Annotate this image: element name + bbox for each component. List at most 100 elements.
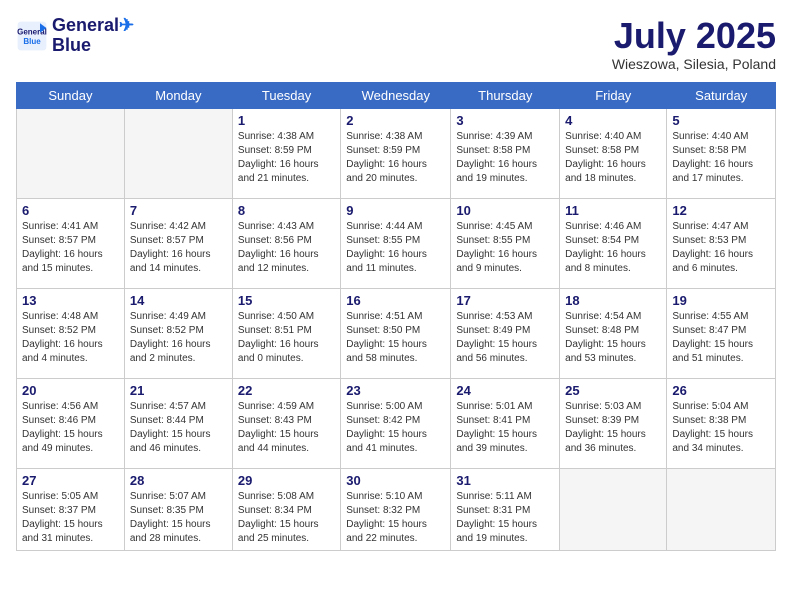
day-number: 2 [346,113,445,128]
calendar-day-cell: 28 Sunrise: 5:07 AM Sunset: 8:35 PM Dayli… [124,468,232,550]
day-number: 16 [346,293,445,308]
day-info: Sunrise: 4:44 AM Sunset: 8:55 PM Dayligh… [346,220,445,276]
calendar-day-cell: 9 Sunrise: 4:44 AM Sunset: 8:55 PM Daylig… [341,198,451,288]
calendar-day-cell: 4 Sunrise: 4:40 AM Sunset: 8:58 PM Daylig… [560,108,667,198]
day-number: 25 [565,383,661,398]
day-header-tuesday: Tuesday [232,82,340,108]
day-info: Sunrise: 4:57 AM Sunset: 8:44 PM Dayligh… [130,400,227,456]
day-header-friday: Friday [560,82,667,108]
day-number: 22 [238,383,335,398]
day-number: 26 [672,383,770,398]
day-info: Sunrise: 5:00 AM Sunset: 8:42 PM Dayligh… [346,400,445,456]
day-info: Sunrise: 4:45 AM Sunset: 8:55 PM Dayligh… [456,220,554,276]
day-number: 5 [672,113,770,128]
day-info: Sunrise: 4:43 AM Sunset: 8:56 PM Dayligh… [238,220,335,276]
day-number: 12 [672,203,770,218]
day-info: Sunrise: 4:49 AM Sunset: 8:52 PM Dayligh… [130,310,227,366]
day-number: 28 [130,473,227,488]
title-block: July 2025 Wieszowa, Silesia, Poland [612,16,776,72]
location: Wieszowa, Silesia, Poland [612,56,776,72]
day-info: Sunrise: 5:01 AM Sunset: 8:41 PM Dayligh… [456,400,554,456]
calendar-day-cell: 6Sunrise: 4:41 AM Sunset: 8:57 PM Daylig… [17,198,125,288]
calendar-day-cell: 27 Sunrise: 5:05 AM Sunset: 8:37 PM Dayli… [17,468,125,550]
day-info: Sunrise: 4:41 AM Sunset: 8:57 PM Dayligh… [22,220,119,276]
calendar-day-cell: 7 Sunrise: 4:42 AM Sunset: 8:57 PM Daylig… [124,198,232,288]
month-title: July 2025 [612,16,776,56]
day-info: Sunrise: 4:51 AM Sunset: 8:50 PM Dayligh… [346,310,445,366]
day-number: 29 [238,473,335,488]
page-header: General Blue General✈ Blue July 2025 Wie… [16,16,776,72]
day-info: Sunrise: 5:07 AM Sunset: 8:35 PM Dayligh… [130,490,227,546]
day-header-sunday: Sunday [17,82,125,108]
day-info: Sunrise: 4:47 AM Sunset: 8:53 PM Dayligh… [672,220,770,276]
calendar-week-row: 6Sunrise: 4:41 AM Sunset: 8:57 PM Daylig… [17,198,776,288]
day-info: Sunrise: 4:38 AM Sunset: 8:59 PM Dayligh… [346,130,445,186]
day-info: Sunrise: 4:38 AM Sunset: 8:59 PM Dayligh… [238,130,335,186]
day-header-saturday: Saturday [667,82,776,108]
day-number: 14 [130,293,227,308]
day-number: 19 [672,293,770,308]
day-number: 20 [22,383,119,398]
day-number: 9 [346,203,445,218]
day-info: Sunrise: 4:39 AM Sunset: 8:58 PM Dayligh… [456,130,554,186]
logo-text: General✈ Blue [52,16,134,56]
day-number: 4 [565,113,661,128]
day-number: 8 [238,203,335,218]
calendar-day-cell: 16 Sunrise: 4:51 AM Sunset: 8:50 PM Dayli… [341,288,451,378]
calendar-day-cell: 5 Sunrise: 4:40 AM Sunset: 8:58 PM Daylig… [667,108,776,198]
day-info: Sunrise: 4:46 AM Sunset: 8:54 PM Dayligh… [565,220,661,276]
day-info: Sunrise: 5:10 AM Sunset: 8:32 PM Dayligh… [346,490,445,546]
calendar: SundayMondayTuesdayWednesdayThursdayFrid… [16,82,776,551]
day-number: 11 [565,203,661,218]
calendar-day-cell: 20 Sunrise: 4:56 AM Sunset: 8:46 PM Dayli… [17,378,125,468]
calendar-day-cell: 11 Sunrise: 4:46 AM Sunset: 8:54 PM Dayli… [560,198,667,288]
calendar-day-cell: 10Sunrise: 4:45 AM Sunset: 8:55 PM Dayli… [451,198,560,288]
calendar-day-cell: 13Sunrise: 4:48 AM Sunset: 8:52 PM Dayli… [17,288,125,378]
day-number: 15 [238,293,335,308]
day-number: 21 [130,383,227,398]
day-number: 23 [346,383,445,398]
day-info: Sunrise: 4:59 AM Sunset: 8:43 PM Dayligh… [238,400,335,456]
day-info: Sunrise: 4:54 AM Sunset: 8:48 PM Dayligh… [565,310,661,366]
day-number: 27 [22,473,119,488]
day-header-wednesday: Wednesday [341,82,451,108]
calendar-week-row: 20 Sunrise: 4:56 AM Sunset: 8:46 PM Dayli… [17,378,776,468]
calendar-day-cell: 29 Sunrise: 5:08 AM Sunset: 8:34 PM Dayli… [232,468,340,550]
day-info: Sunrise: 4:40 AM Sunset: 8:58 PM Dayligh… [565,130,661,186]
calendar-day-cell [124,108,232,198]
calendar-day-cell: 31Sunrise: 5:11 AM Sunset: 8:31 PM Dayli… [451,468,560,550]
day-info: Sunrise: 4:56 AM Sunset: 8:46 PM Dayligh… [22,400,119,456]
day-number: 17 [456,293,554,308]
calendar-week-row: 1Sunrise: 4:38 AM Sunset: 8:59 PM Daylig… [17,108,776,198]
calendar-day-cell: 19 Sunrise: 4:55 AM Sunset: 8:47 PM Dayli… [667,288,776,378]
calendar-day-cell: 8 Sunrise: 4:43 AM Sunset: 8:56 PM Daylig… [232,198,340,288]
calendar-day-cell: 22 Sunrise: 4:59 AM Sunset: 8:43 PM Dayli… [232,378,340,468]
calendar-day-cell: 24 Sunrise: 5:01 AM Sunset: 8:41 PM Dayli… [451,378,560,468]
calendar-day-cell: 2 Sunrise: 4:38 AM Sunset: 8:59 PM Daylig… [341,108,451,198]
day-info: Sunrise: 4:55 AM Sunset: 8:47 PM Dayligh… [672,310,770,366]
calendar-day-cell: 12 Sunrise: 4:47 AM Sunset: 8:53 PM Dayli… [667,198,776,288]
day-info: Sunrise: 5:05 AM Sunset: 8:37 PM Dayligh… [22,490,119,546]
day-number: 24 [456,383,554,398]
calendar-day-cell: 18Sunrise: 4:54 AM Sunset: 8:48 PM Dayli… [560,288,667,378]
day-number: 7 [130,203,227,218]
logo-icon: General Blue [16,20,48,52]
day-info: Sunrise: 4:42 AM Sunset: 8:57 PM Dayligh… [130,220,227,276]
day-info: Sunrise: 5:08 AM Sunset: 8:34 PM Dayligh… [238,490,335,546]
day-info: Sunrise: 5:11 AM Sunset: 8:31 PM Dayligh… [456,490,554,546]
day-info: Sunrise: 4:48 AM Sunset: 8:52 PM Dayligh… [22,310,119,366]
calendar-day-cell: 25Sunrise: 5:03 AM Sunset: 8:39 PM Dayli… [560,378,667,468]
day-header-monday: Monday [124,82,232,108]
day-number: 30 [346,473,445,488]
calendar-day-cell: 21 Sunrise: 4:57 AM Sunset: 8:44 PM Dayli… [124,378,232,468]
calendar-week-row: 13Sunrise: 4:48 AM Sunset: 8:52 PM Dayli… [17,288,776,378]
day-number: 3 [456,113,554,128]
day-info: Sunrise: 5:04 AM Sunset: 8:38 PM Dayligh… [672,400,770,456]
calendar-day-cell: 1Sunrise: 4:38 AM Sunset: 8:59 PM Daylig… [232,108,340,198]
day-info: Sunrise: 4:53 AM Sunset: 8:49 PM Dayligh… [456,310,554,366]
day-info: Sunrise: 4:40 AM Sunset: 8:58 PM Dayligh… [672,130,770,186]
calendar-day-cell [17,108,125,198]
calendar-week-row: 27 Sunrise: 5:05 AM Sunset: 8:37 PM Dayli… [17,468,776,550]
calendar-day-cell [560,468,667,550]
svg-text:Blue: Blue [23,37,41,46]
